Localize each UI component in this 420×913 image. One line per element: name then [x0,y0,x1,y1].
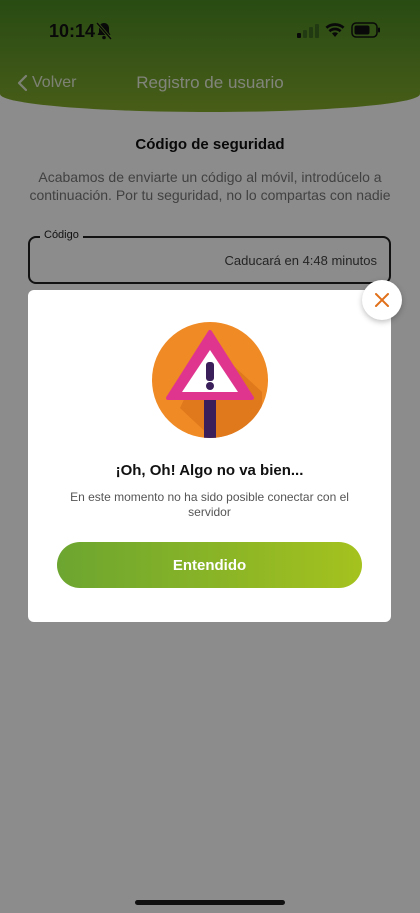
error-dialog: ¡Oh, Oh! Algo no va bien... En este mome… [28,290,391,622]
dialog-title: ¡Oh, Oh! Algo no va bien... [115,462,304,479]
warning-sign-icon [152,322,268,438]
home-indicator[interactable] [135,900,285,905]
close-icon [375,293,389,307]
close-dialog-button[interactable] [362,280,402,320]
dialog-message: En este momento no ha sido posible conec… [70,490,349,519]
understood-button[interactable]: Entendido [57,542,362,588]
